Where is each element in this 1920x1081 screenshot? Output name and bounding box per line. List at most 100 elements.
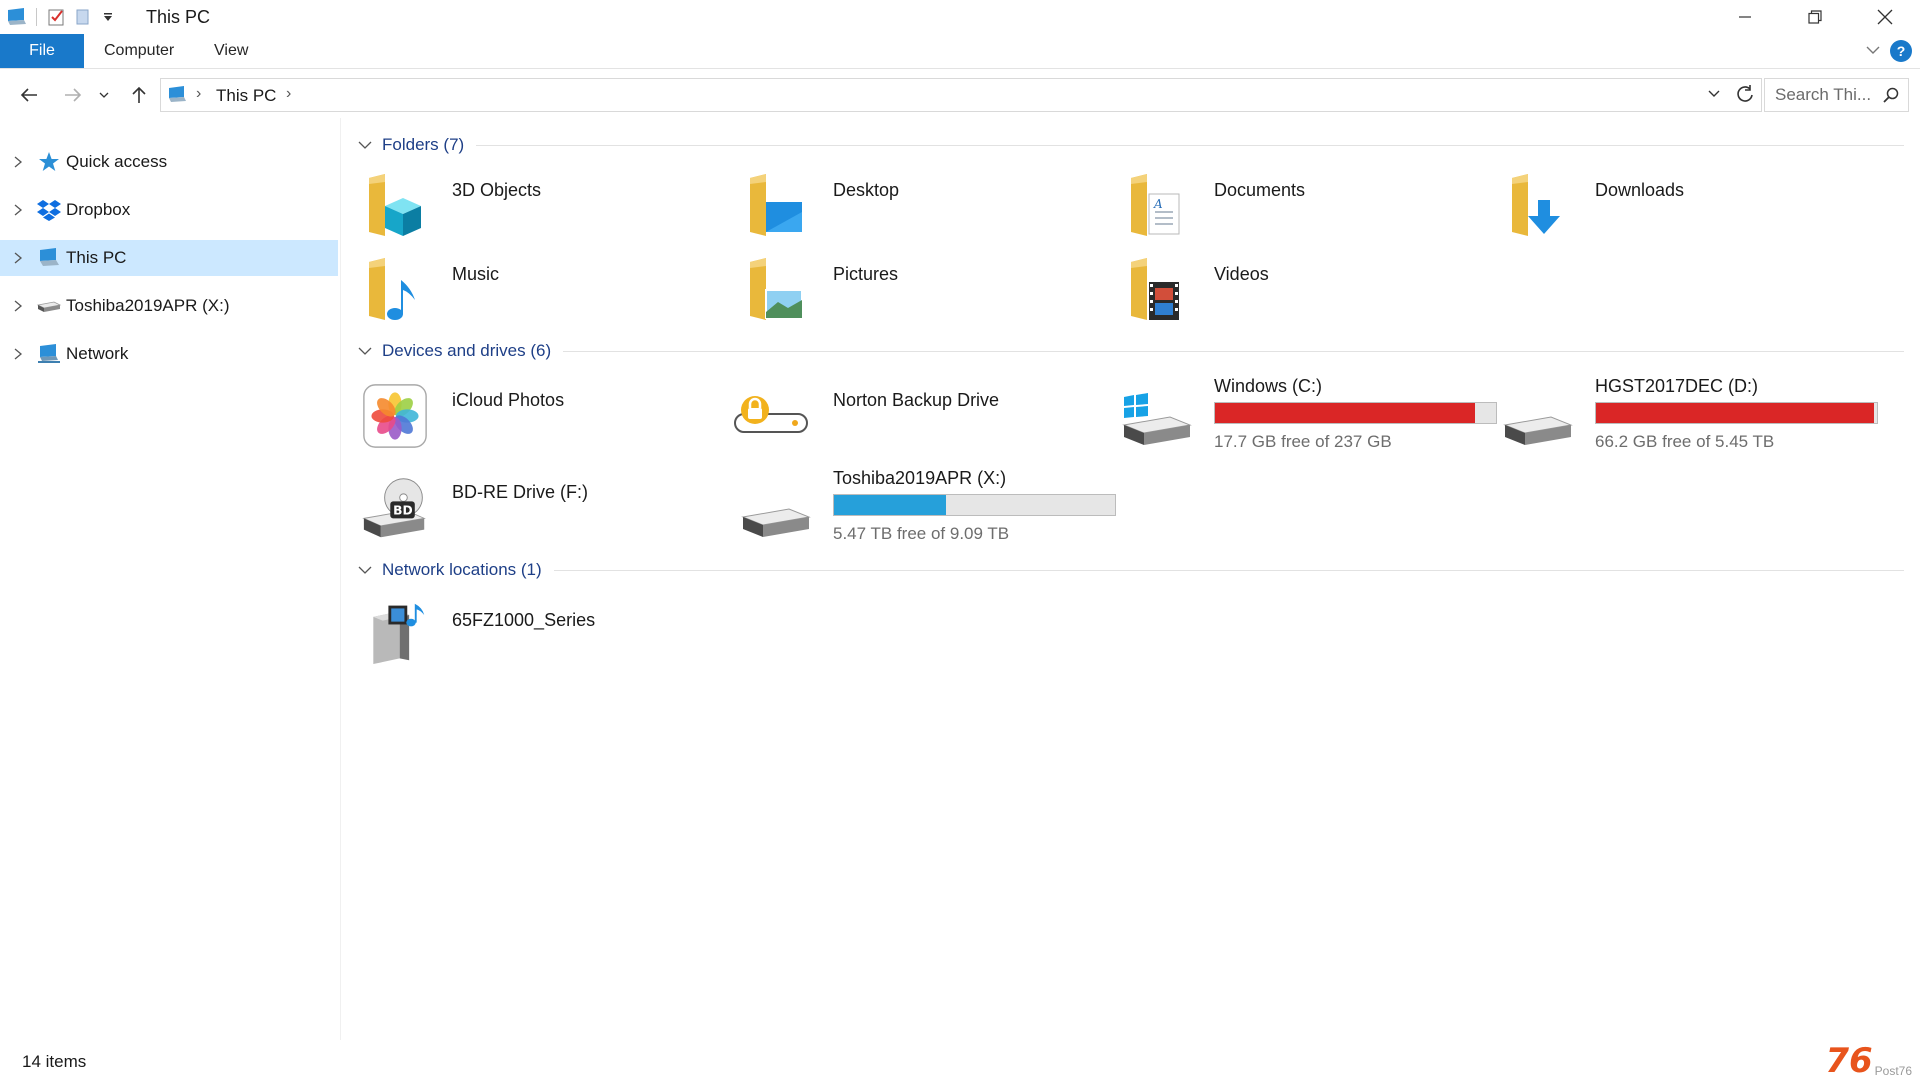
address-history-button[interactable]	[1707, 87, 1721, 106]
group-header-network[interactable]: Network locations (1)	[342, 555, 1912, 585]
sidebar-item-this-pc[interactable]: This PC	[0, 240, 338, 276]
group-divider	[476, 144, 1904, 146]
group-header-folders[interactable]: Folders (7)	[342, 130, 1912, 160]
device-tile-norton-backup[interactable]: Norton Backup Drive	[723, 376, 1093, 460]
device-label: iCloud Photos	[452, 390, 565, 410]
folder-tile-pictures[interactable]: Pictures	[723, 254, 1093, 332]
up-button[interactable]	[124, 80, 154, 110]
folder-tile-downloads[interactable]: Downloads	[1485, 170, 1855, 248]
customize-toolbar-icon[interactable]	[95, 4, 121, 30]
windows-drive-icon	[1120, 380, 1194, 456]
expand-chevron-icon[interactable]	[10, 300, 26, 312]
close-button[interactable]	[1850, 0, 1920, 34]
sidebar-item-network[interactable]: Network	[0, 336, 338, 372]
group-header-devices[interactable]: Devices and drives (6)	[342, 336, 1912, 366]
svg-text:BD: BD	[393, 504, 413, 518]
expand-chevron-icon[interactable]	[10, 252, 26, 264]
navigation-bar: › This PC ›	[0, 74, 1920, 116]
collapse-chevron-icon[interactable]	[354, 140, 376, 150]
device-tile-hgst-d[interactable]: HGST2017DEC (D:) 66.2 GB free of 5.45 TB	[1485, 376, 1878, 460]
folder-tile-documents[interactable]: A Documents	[1104, 170, 1474, 248]
icloud-photos-icon	[362, 380, 428, 452]
folder-tile-3d-objects[interactable]: 3D Objects	[342, 170, 712, 248]
recent-locations-button[interactable]	[94, 80, 114, 110]
3d-objects-folder-icon	[362, 170, 428, 242]
new-folder-icon[interactable]	[69, 4, 95, 30]
music-folder-icon	[362, 254, 428, 326]
sidebar-item-dropbox[interactable]: Dropbox	[0, 192, 338, 228]
this-pc-app-icon[interactable]	[4, 4, 30, 30]
search-icon[interactable]	[1882, 86, 1900, 109]
quick-access-toolbar	[4, 4, 121, 30]
arrow-right-icon	[65, 88, 82, 102]
window-controls	[1710, 0, 1920, 34]
breadcrumb-this-pc[interactable]: This PC	[216, 86, 276, 106]
sidebar-item-label: This PC	[66, 248, 127, 267]
back-button[interactable]	[14, 80, 44, 110]
refresh-button[interactable]	[1735, 84, 1755, 109]
folder-tile-music[interactable]: Music	[342, 254, 712, 332]
hard-drive-icon	[1501, 380, 1575, 456]
expand-ribbon-button[interactable]	[1864, 41, 1882, 64]
star-icon	[36, 149, 62, 175]
drive-free-space: 17.7 GB free of 237 GB	[1214, 432, 1392, 451]
network-location-label: 65FZ1000_Series	[452, 610, 596, 630]
watermark-number: 76	[1825, 1041, 1873, 1081]
collapse-chevron-icon[interactable]	[354, 346, 376, 356]
folder-tile-videos[interactable]: Videos	[1104, 254, 1474, 332]
folder-label: Downloads	[1595, 180, 1685, 200]
norton-backup-icon	[731, 380, 811, 452]
device-label: Norton Backup Drive	[833, 390, 1000, 410]
pictures-folder-icon	[743, 254, 809, 326]
content-pane: Folders (7) 3D Objects Desktop A Documen…	[342, 118, 1920, 1040]
expand-chevron-icon[interactable]	[10, 204, 26, 216]
device-tile-bd-re-f[interactable]: BD BD-RE Drive (F:)	[342, 468, 712, 552]
expand-chevron-icon[interactable]	[10, 348, 26, 360]
device-tile-toshiba-x[interactable]: Toshiba2019APR (X:) 5.47 TB free of 9.09…	[723, 468, 1116, 552]
expand-chevron-icon[interactable]	[10, 156, 26, 168]
drive-icon	[36, 293, 62, 319]
dropbox-icon	[36, 197, 62, 223]
device-tile-windows-c[interactable]: Windows (C:) 17.7 GB free of 237 GB	[1104, 376, 1497, 460]
restore-icon	[1808, 10, 1822, 24]
navigation-pane: Quick access Dropbox This PC Toshiba2019…	[0, 118, 341, 1040]
folder-label: Pictures	[833, 264, 899, 284]
minimize-button[interactable]	[1710, 0, 1780, 34]
forward-button[interactable]	[58, 80, 88, 110]
network-tile-65fz1000[interactable]: 65FZ1000_Series	[342, 596, 712, 680]
desktop-folder-icon	[743, 170, 809, 242]
folder-tile-desktop[interactable]: Desktop	[723, 170, 1093, 248]
drive-usage-fill	[834, 495, 946, 515]
folder-label: Desktop	[833, 180, 900, 200]
breadcrumb-chevron-icon[interactable]: ›	[196, 85, 201, 103]
tab-computer[interactable]: Computer	[104, 34, 174, 68]
watermark-logo: 76 Post76	[1825, 1044, 1912, 1078]
address-bar[interactable]: › This PC ›	[160, 78, 1762, 112]
properties-icon[interactable]	[43, 4, 69, 30]
search-input[interactable]	[1773, 79, 1887, 111]
hard-drive-icon	[739, 472, 813, 548]
device-tile-icloud-photos[interactable]: iCloud Photos	[342, 376, 712, 460]
videos-folder-icon	[1124, 254, 1190, 326]
arrow-up-icon	[132, 86, 146, 103]
restore-button[interactable]	[1780, 0, 1850, 34]
breadcrumb-chevron-icon[interactable]: ›	[286, 85, 291, 103]
search-box[interactable]	[1764, 78, 1909, 112]
status-item-count: 14 items	[22, 1052, 87, 1071]
close-icon	[1877, 9, 1893, 25]
sidebar-item-quick-access[interactable]: Quick access	[0, 144, 338, 180]
sidebar-item-label: Dropbox	[66, 200, 131, 219]
help-button[interactable]: ?	[1890, 40, 1912, 62]
group-label: Devices and drives (6)	[382, 341, 552, 360]
computer-icon	[167, 86, 189, 109]
collapse-chevron-icon[interactable]	[354, 565, 376, 575]
sidebar-item-toshiba-drive[interactable]: Toshiba2019APR (X:)	[0, 288, 338, 324]
chevron-down-icon	[1708, 90, 1720, 97]
drive-usage-bar	[833, 494, 1116, 516]
sidebar-item-label: Toshiba2019APR (X:)	[66, 296, 230, 315]
tab-file[interactable]: File	[0, 34, 84, 68]
media-server-icon	[362, 596, 428, 668]
drive-label: Windows (C:)	[1214, 376, 1323, 396]
ribbon-tabs: File Computer View ?	[0, 34, 1920, 69]
tab-view[interactable]: View	[214, 34, 248, 68]
